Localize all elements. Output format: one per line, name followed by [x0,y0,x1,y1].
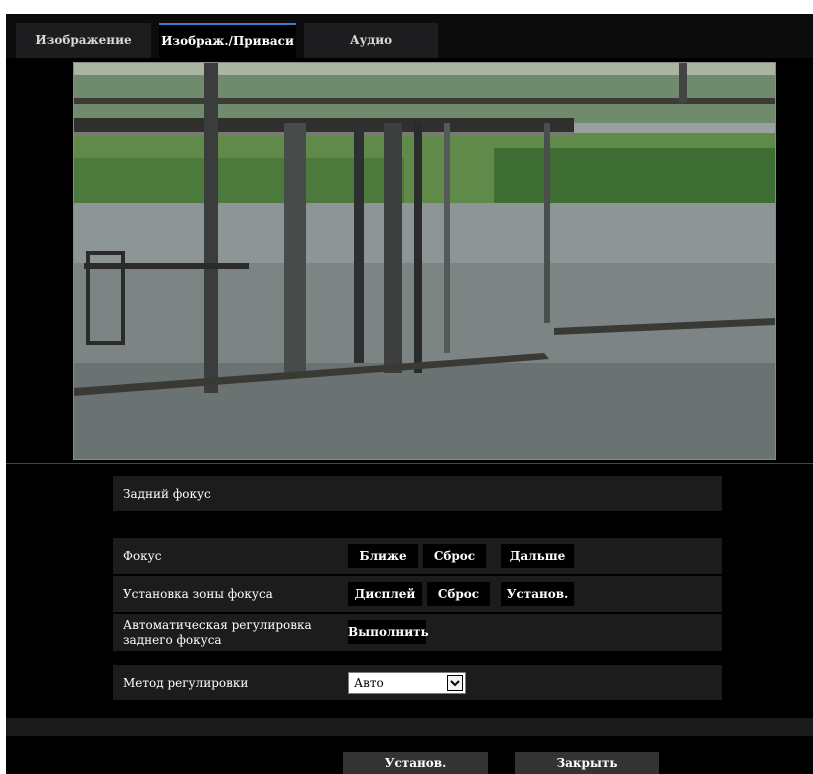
tab-image[interactable]: Изображение [16,23,151,58]
back-focus-section-header: Задний фокус [113,476,722,511]
tab-audio[interactable]: Аудио [304,23,438,58]
method-label: Метод регулировки [123,676,249,690]
auto-adjust-row: Автоматическая регулировка заднего фокус… [113,614,722,651]
focus-area-reset-button[interactable]: Сброс [427,582,490,606]
chevron-down-icon[interactable] [447,675,463,691]
focus-far-button[interactable]: Дальше [501,544,574,568]
footer: Установ. Закрыть [6,736,813,774]
method-select-value: Авто [354,676,384,690]
method-select[interactable]: Авто [348,672,466,694]
footer-divider [6,718,813,736]
preview-area [6,58,813,463]
focus-area-label: Установка зоны фокуса [123,587,273,601]
focus-area-display-button[interactable]: Дисплей [348,582,422,606]
focus-row: Фокус Ближе Сброс Дальше [113,538,722,574]
focus-label: Фокус [123,549,162,563]
auto-adjust-label-line1: Автоматическая регулировка [123,618,312,632]
execute-button[interactable]: Выполнить [348,620,429,644]
close-button[interactable]: Закрыть [515,752,659,774]
set-button[interactable]: Установ. [343,752,488,774]
back-focus-title: Задний фокус [123,487,211,501]
camera-preview-image [73,62,776,460]
settings-window: Изображение Изображ./Приваси Аудио Задни… [6,14,813,774]
tab-bar: Изображение Изображ./Приваси Аудио [6,14,813,58]
focus-area-row: Установка зоны фокуса Дисплей Сброс Уста… [113,576,722,612]
focus-near-button[interactable]: Ближе [348,544,418,568]
focus-reset-button[interactable]: Сброс [423,544,486,568]
auto-adjust-label-line2: заднего фокуса [123,633,222,647]
divider [6,463,813,464]
focus-area-set-button[interactable]: Установ. [501,582,574,606]
method-row: Метод регулировки Авто [113,665,722,700]
tab-image-privacy[interactable]: Изображ./Приваси [159,23,296,58]
